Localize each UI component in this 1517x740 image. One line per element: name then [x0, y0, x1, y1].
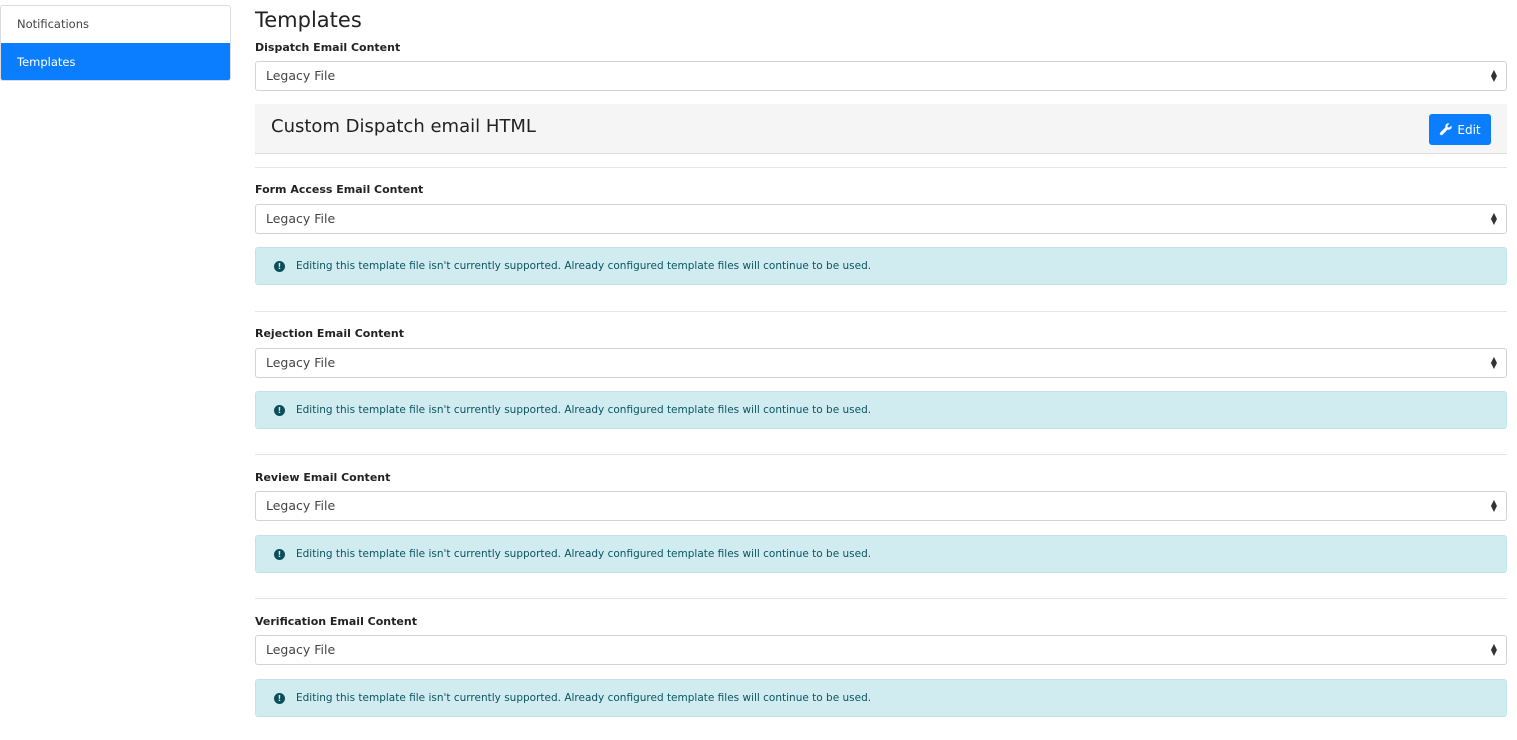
verification-alert: ! Editing this template file isn't curre…: [255, 679, 1507, 717]
dispatch-label: Dispatch Email Content: [255, 41, 401, 54]
rejection-alert: ! Editing this template file isn't curre…: [255, 391, 1507, 429]
alert-text: Editing this template file isn't current…: [296, 692, 872, 704]
verification-select-value: Legacy File: [266, 642, 336, 657]
page-title: Templates: [255, 8, 362, 32]
info-icon: !: [274, 260, 285, 272]
alert-text: Editing this template file isn't current…: [296, 404, 872, 416]
divider: [255, 311, 1507, 312]
info-icon: !: [274, 548, 285, 560]
custom-dispatch-title: Custom Dispatch email HTML: [271, 116, 536, 137]
dispatch-select-value: Legacy File: [266, 68, 336, 83]
review-select[interactable]: Legacy File ▲ ▼: [255, 491, 1507, 521]
verification-label: Verification Email Content: [255, 615, 417, 628]
sort-arrows-icon: ▲ ▼: [1490, 355, 1497, 370]
verification-select[interactable]: Legacy File ▲ ▼: [255, 635, 1507, 665]
custom-dispatch-card: Custom Dispatch email HTML Edit: [255, 104, 1507, 154]
divider: [255, 167, 1507, 168]
info-icon: !: [274, 692, 285, 704]
sort-arrows-icon: ▲ ▼: [1490, 68, 1497, 83]
review-select-value: Legacy File: [266, 498, 336, 513]
rejection-select-value: Legacy File: [266, 355, 336, 370]
sidebar-item-notifications[interactable]: Notifications: [1, 6, 230, 43]
divider: [255, 454, 1507, 455]
edit-button-label: Edit: [1457, 122, 1481, 137]
form-access-label: Form Access Email Content: [255, 183, 424, 196]
info-icon: !: [274, 404, 285, 416]
divider: [255, 598, 1507, 599]
main-content: Templates Dispatch Email Content Legacy …: [255, 0, 1507, 717]
form-access-alert: ! Editing this template file isn't curre…: [255, 247, 1507, 285]
rejection-select[interactable]: Legacy File ▲ ▼: [255, 348, 1507, 378]
sidebar-item-templates[interactable]: Templates: [1, 43, 230, 80]
form-access-select-value: Legacy File: [266, 211, 336, 226]
edit-button[interactable]: Edit: [1429, 114, 1491, 145]
review-alert: ! Editing this template file isn't curre…: [255, 535, 1507, 573]
alert-text: Editing this template file isn't current…: [296, 260, 872, 272]
sort-arrows-icon: ▲ ▼: [1490, 211, 1497, 226]
review-label: Review Email Content: [255, 471, 391, 484]
wrench-icon: [1440, 123, 1453, 136]
dispatch-select[interactable]: Legacy File ▲ ▼: [255, 61, 1507, 91]
form-access-select[interactable]: Legacy File ▲ ▼: [255, 204, 1507, 234]
sort-arrows-icon: ▲ ▼: [1490, 642, 1497, 657]
alert-text: Editing this template file isn't current…: [296, 548, 872, 560]
sidebar-nav: Notifications Templates: [0, 5, 231, 81]
rejection-label: Rejection Email Content: [255, 327, 404, 340]
sort-arrows-icon: ▲ ▼: [1490, 498, 1497, 513]
